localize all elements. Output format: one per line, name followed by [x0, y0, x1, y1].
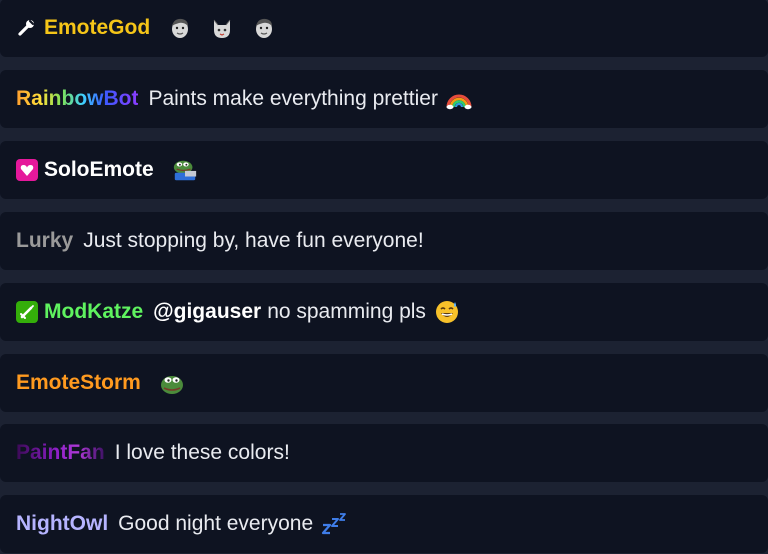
mention[interactable]: @gigauser — [153, 300, 261, 324]
heart-gem-icon[interactable] — [16, 159, 38, 181]
message-text: Just stopping by, have fun everyone! — [83, 229, 424, 252]
chat-message: EmoteGod — [0, 0, 768, 57]
face-emote-1[interactable] — [168, 16, 192, 40]
pepe-laptop-emote[interactable] — [172, 157, 198, 183]
chat-message: SoloEmote — [0, 141, 768, 199]
chat-message: ModKatze @gigauser no spamming pls — [0, 283, 768, 341]
cat-face-emote[interactable] — [210, 16, 234, 40]
message-text: Paints make everything prettier — [148, 87, 438, 110]
rainbow-emoji — [446, 86, 472, 112]
sword-icon[interactable] — [16, 301, 38, 323]
chat-message: NightOwl Good night everyone — [0, 495, 768, 553]
username[interactable]: EmoteGod — [44, 16, 150, 40]
face-emote-2[interactable] — [252, 16, 276, 40]
username[interactable]: PaintFan — [16, 441, 105, 465]
sweat-smile-emoji — [434, 299, 460, 325]
username[interactable]: SoloEmote — [44, 158, 154, 182]
wrench-icon[interactable] — [16, 17, 38, 39]
pepe-emote[interactable] — [159, 370, 185, 396]
message-text: no spamming pls — [267, 300, 426, 323]
username[interactable]: RainbowBot — [16, 87, 138, 111]
username[interactable]: Lurky — [16, 229, 73, 253]
chat-log: EmoteGod RainbowBot Paints make everythi… — [0, 0, 768, 554]
message-text: I love these colors! — [114, 441, 290, 464]
chat-message: EmoteStorm — [0, 354, 768, 412]
username[interactable]: EmoteStorm — [16, 371, 141, 395]
chat-message: Lurky Just stopping by, have fun everyon… — [0, 212, 768, 270]
message-text: Good night everyone — [118, 512, 314, 535]
username[interactable]: NightOwl — [16, 512, 108, 536]
username[interactable]: ModKatze — [44, 300, 143, 324]
chat-message: PaintFan I love these colors! — [0, 424, 768, 482]
chat-message: RainbowBot Paints make everything pretti… — [0, 70, 768, 128]
zzz-emoji — [321, 511, 347, 537]
